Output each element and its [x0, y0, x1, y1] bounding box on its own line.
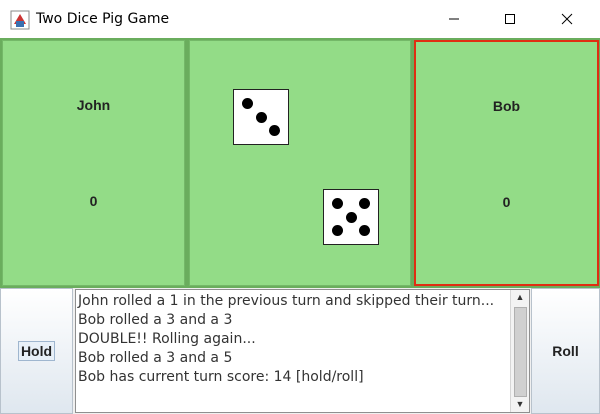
controls-area: Hold John rolled a 1 in the previous tur…	[0, 288, 600, 414]
log-text: John rolled a 1 in the previous turn and…	[78, 292, 508, 387]
roll-button[interactable]: Roll	[531, 288, 600, 414]
hold-button[interactable]: Hold	[0, 288, 73, 414]
scroll-down-icon[interactable]: ▼	[511, 397, 529, 412]
minimize-button[interactable]	[431, 0, 477, 38]
die-pip	[332, 225, 343, 236]
window-title: Two Dice Pig Game	[36, 11, 170, 27]
title-bar: Two Dice Pig Game	[0, 0, 600, 38]
dice-panel	[189, 40, 411, 286]
die-pip	[359, 198, 370, 209]
die-pip	[359, 225, 370, 236]
close-button[interactable]	[544, 0, 590, 38]
die-2	[323, 189, 379, 245]
player-panel-bob: Bob 0	[414, 40, 599, 286]
game-log[interactable]: John rolled a 1 in the previous turn and…	[75, 289, 530, 413]
player-panel-john: John 0	[2, 40, 185, 286]
player-score: 0	[502, 194, 511, 210]
die-pip	[255, 111, 267, 123]
player-name: Bob	[492, 98, 521, 114]
roll-label: Roll	[552, 343, 579, 359]
player-score: 0	[89, 193, 98, 209]
die-pip	[345, 211, 357, 223]
die-pip	[242, 98, 253, 109]
player-name: John	[76, 97, 111, 113]
close-icon	[561, 13, 573, 25]
log-line: Bob rolled a 3 and a 3	[78, 312, 233, 328]
scroll-thumb[interactable]	[514, 307, 527, 397]
scroll-up-icon[interactable]: ▲	[511, 290, 529, 305]
log-scrollbar[interactable]: ▲ ▼	[510, 290, 529, 412]
log-line: DOUBLE!! Rolling again...	[78, 331, 256, 347]
log-line: Bob has current turn score: 14 [hold/rol…	[78, 369, 364, 385]
minimize-icon	[449, 18, 459, 20]
die-pip	[269, 125, 280, 136]
log-line: Bob rolled a 3 and a 5	[78, 350, 233, 366]
hold-label: Hold	[17, 341, 56, 361]
die-1	[233, 89, 289, 145]
maximize-button[interactable]	[487, 0, 533, 38]
java-app-icon	[10, 10, 30, 30]
log-line: John rolled a 1 in the previous turn and…	[78, 293, 495, 309]
maximize-icon	[505, 14, 515, 24]
game-board: John 0 Bob 0	[0, 38, 600, 288]
die-pip	[332, 198, 343, 209]
